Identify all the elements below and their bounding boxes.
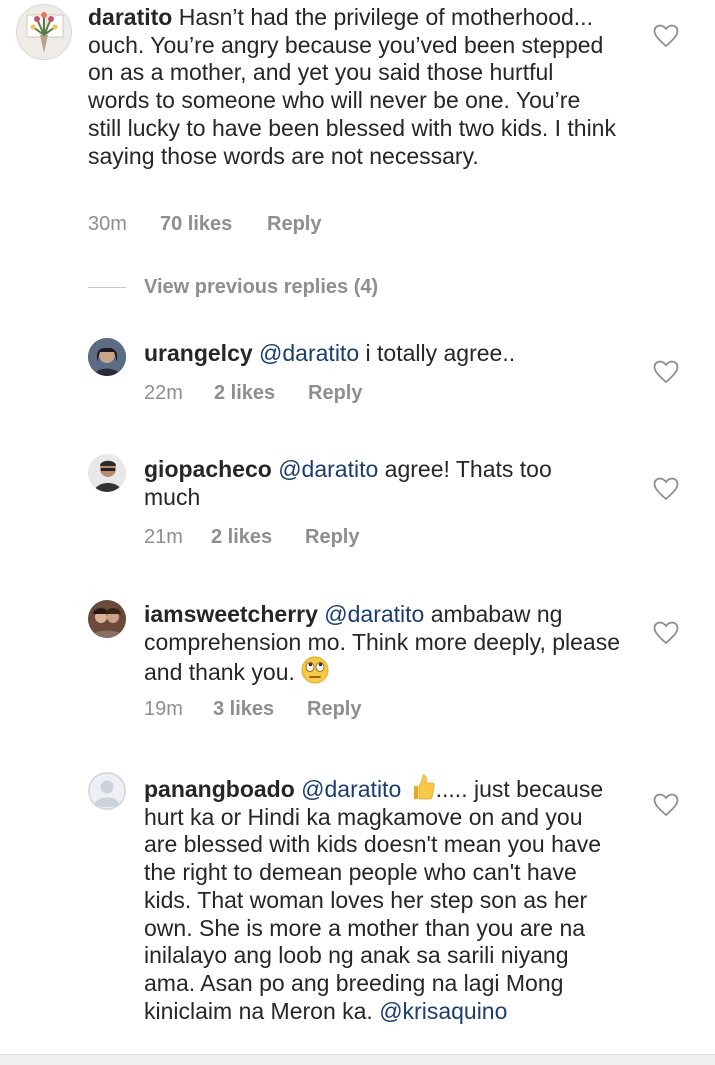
reply-username[interactable]: giopacheco [144, 456, 272, 482]
default-profile-icon [88, 772, 126, 810]
view-previous-replies[interactable]: View previous replies (4) [88, 276, 378, 299]
heart-outline-icon[interactable] [653, 793, 679, 817]
comment-likes[interactable]: 70 likes [160, 213, 267, 236]
divider-line [88, 287, 126, 288]
avatar[interactable] [88, 600, 126, 638]
comment-time: 30m [88, 213, 127, 235]
reply-likes[interactable]: 3 likes [213, 698, 307, 721]
reply-mention[interactable]: @daratito [259, 340, 359, 366]
heart-outline-icon[interactable] [653, 24, 679, 48]
reply-trailing-mention[interactable]: @krisaquino [379, 998, 507, 1024]
reply-mention[interactable]: @daratito [301, 776, 401, 802]
flower-vase-avatar-image [17, 5, 71, 59]
comment-meta: 30m 70 likes Reply [88, 213, 321, 236]
reply-likes[interactable]: 2 likes [211, 526, 305, 549]
reply-body: ..... just because hurt ka or Hindi ka m… [144, 776, 604, 1024]
person-avatar-image [88, 454, 126, 492]
bottom-divider [0, 1054, 715, 1065]
avatar[interactable] [88, 454, 126, 492]
comment-thread: daratito Hasn’t had the privilege of mot… [0, 0, 715, 1065]
person-avatar-image [88, 600, 126, 638]
comment-text: daratito Hasn’t had the privilege of mot… [88, 4, 618, 170]
reply-time: 21m [144, 526, 183, 548]
reply-button[interactable]: Reply [308, 382, 362, 405]
avatar[interactable] [88, 772, 126, 810]
reply-mention[interactable]: @daratito [278, 456, 378, 482]
reply-meta: 19m 3 likes Reply [144, 698, 361, 721]
reply-button[interactable]: Reply [307, 698, 361, 721]
reply-text: panangboado @daratito ..... just because… [144, 773, 614, 1025]
reply-meta: 21m 2 likes Reply [144, 526, 359, 549]
reply-username[interactable]: panangboado [144, 776, 295, 802]
comment-username[interactable]: daratito [88, 4, 172, 30]
reply-button[interactable]: Reply [267, 213, 321, 236]
reply-likes[interactable]: 2 likes [214, 382, 308, 405]
avatar[interactable] [88, 338, 126, 376]
eye-roll-emoji [301, 656, 329, 684]
reply-meta: 22m 2 likes Reply [144, 382, 362, 405]
reply-text: giopacheco @daratito agree! Thats too mu… [144, 456, 614, 511]
reply-text: urangelcy @daratito i totally agree.. [144, 340, 624, 368]
reply-button[interactable]: Reply [305, 526, 359, 549]
heart-outline-icon[interactable] [653, 477, 679, 501]
heart-outline-icon[interactable] [653, 360, 679, 384]
reply-username[interactable]: iamsweetcherry [144, 601, 318, 627]
reply-body: i totally agree.. [365, 340, 516, 366]
avatar[interactable] [16, 4, 72, 60]
reply-mention[interactable]: @daratito [324, 601, 424, 627]
reply-username[interactable]: urangelcy [144, 340, 253, 366]
reply-time: 19m [144, 698, 183, 720]
heart-outline-icon[interactable] [653, 621, 679, 645]
reply-text: iamsweetcherry @daratito ambabaw ng comp… [144, 601, 624, 687]
view-previous-label[interactable]: View previous replies (4) [144, 276, 378, 299]
person-avatar-image [88, 338, 126, 376]
reply-time: 22m [144, 382, 183, 404]
thumbs-up-emoji [413, 774, 435, 800]
